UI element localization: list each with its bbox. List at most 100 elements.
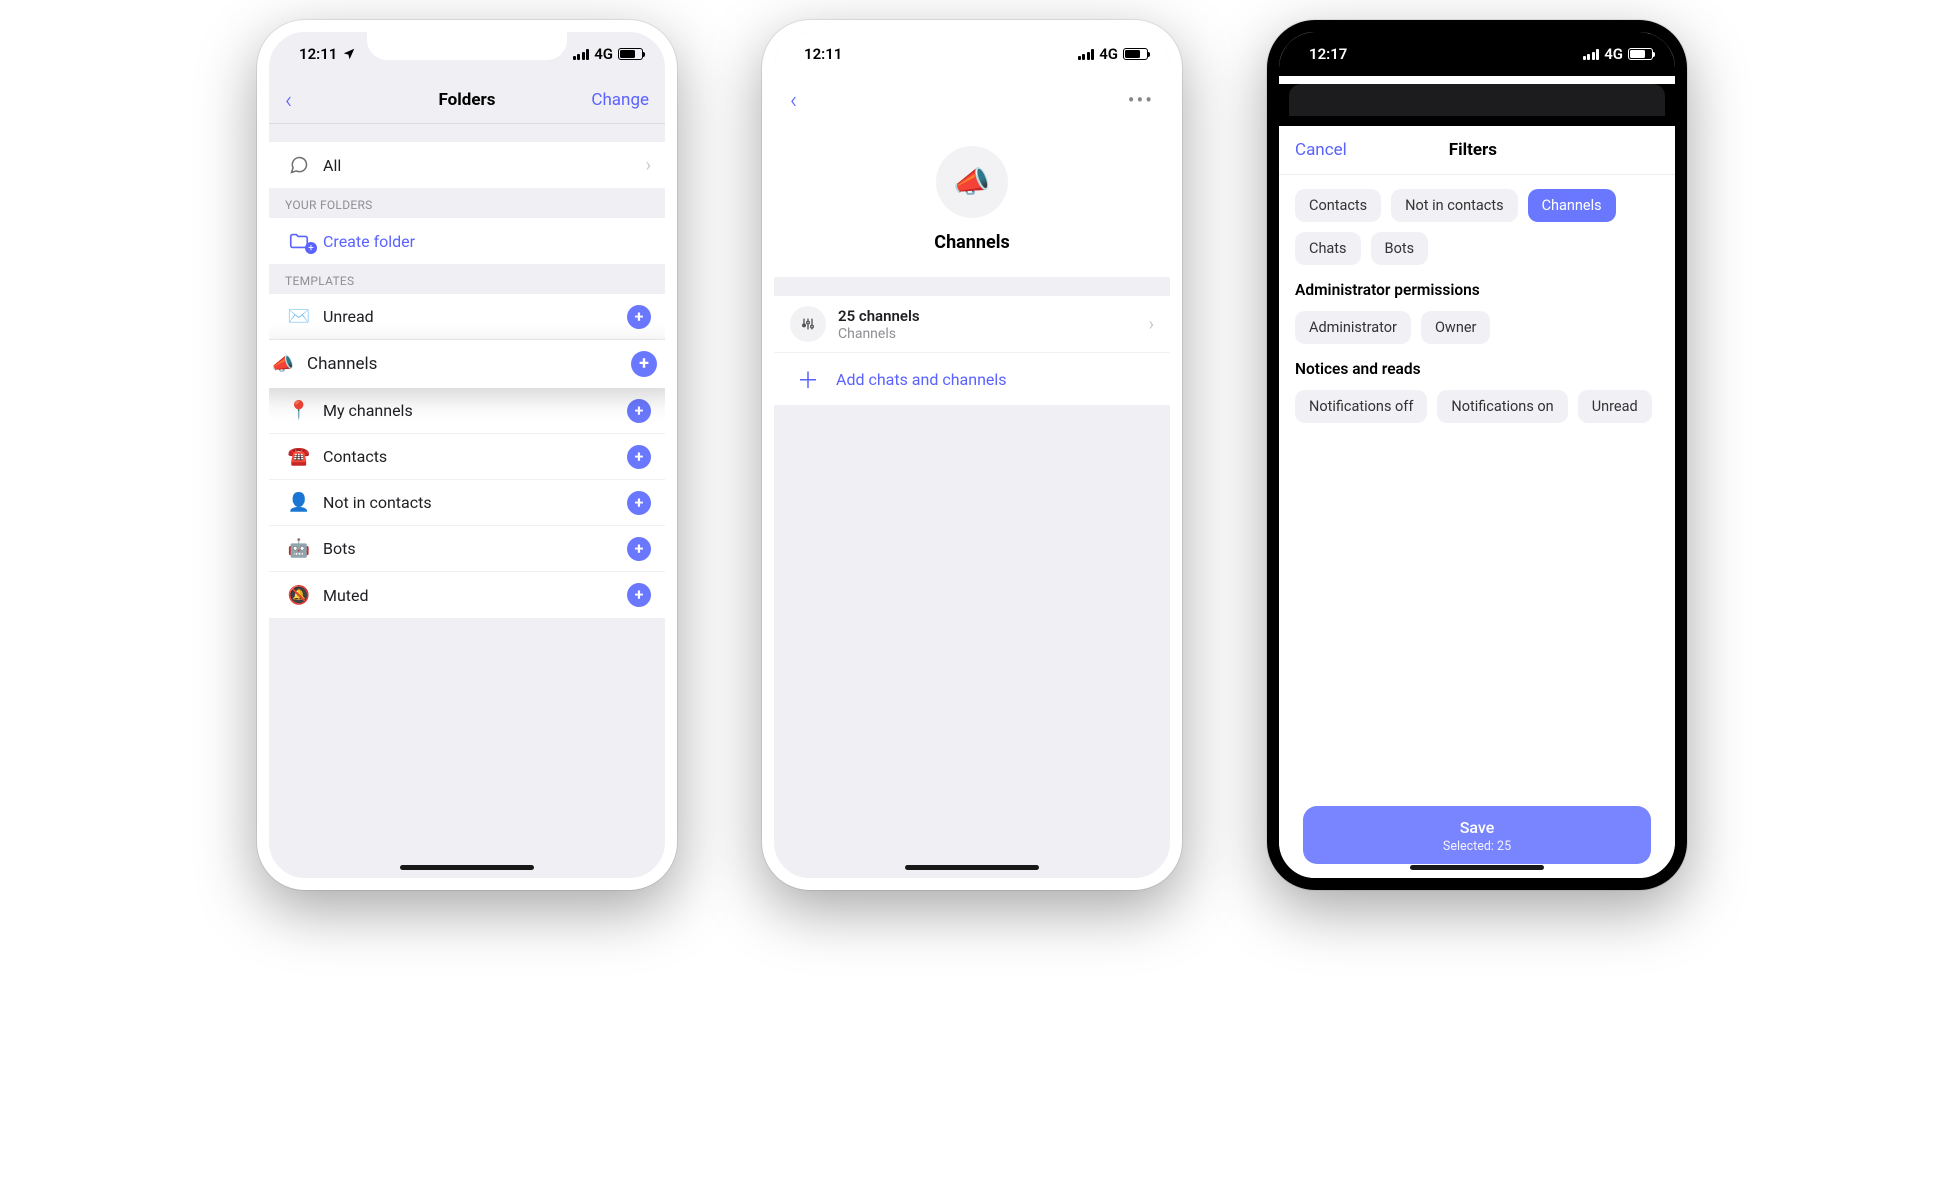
chevron-right-icon: › <box>1149 314 1154 335</box>
phone-folders: 12:11 4G ‹ Folders Change All › YOUR FOL… <box>257 20 677 890</box>
template-icon: 👤 <box>283 492 315 513</box>
sheet-backdrop <box>1279 84 1675 126</box>
add-button[interactable]: + <box>627 537 651 561</box>
admin-filter-chips: Administrator Owner <box>1295 311 1659 344</box>
status-time: 12:11 <box>299 45 337 63</box>
filter-chip[interactable]: Unread <box>1578 390 1652 423</box>
create-folder-label: Create folder <box>323 232 651 251</box>
filter-chip[interactable]: Contacts <box>1295 189 1381 222</box>
add-button[interactable]: + <box>627 399 651 423</box>
network-label: 4G <box>594 45 613 63</box>
template-icon: 🤖 <box>283 538 315 559</box>
channel-count-row[interactable]: 25 channels Channels › <box>774 296 1170 353</box>
page-title: Folders <box>376 90 558 110</box>
device-notch <box>1377 30 1577 60</box>
sliders-icon <box>790 306 826 342</box>
template-label: Bots <box>323 539 627 558</box>
signal-icon <box>1583 49 1600 60</box>
signal-icon <box>1078 49 1095 60</box>
filter-chip[interactable]: Channels <box>1528 189 1616 222</box>
templates-list: ✉️Unread+📣Channels+📍My channels+☎️Contac… <box>269 294 665 618</box>
templates-header: TEMPLATES <box>269 264 665 294</box>
filter-chip[interactable]: Administrator <box>1295 311 1411 344</box>
filter-chip[interactable]: Notifications on <box>1437 390 1567 423</box>
template-label: Channels <box>307 354 631 374</box>
filter-chip[interactable]: Bots <box>1371 232 1429 265</box>
sheet-title: Filters <box>1449 140 1497 160</box>
device-notch <box>367 30 567 60</box>
template-row[interactable]: 👤 Not in contacts+ <box>269 480 665 526</box>
add-button[interactable]: + <box>631 351 657 377</box>
chevron-right-icon: › <box>646 155 651 176</box>
template-icon: 📍 <box>283 400 315 421</box>
template-row[interactable]: ✉️Unread+ <box>269 294 665 340</box>
back-button[interactable]: ‹ <box>285 86 292 114</box>
folder-title: Channels <box>774 232 1170 253</box>
signal-icon <box>573 49 590 60</box>
network-label: 4G <box>1099 45 1118 63</box>
folder-hero: 📣 Channels <box>774 124 1170 278</box>
battery-icon <box>1123 48 1148 60</box>
folder-list: All › YOUR FOLDERS + Create folder TEMPL… <box>269 124 665 618</box>
notices-section-title: Notices and reads <box>1295 360 1659 378</box>
save-label: Save <box>1303 818 1651 837</box>
filter-chip[interactable]: Notifications off <box>1295 390 1427 423</box>
battery-icon <box>618 48 643 60</box>
filter-chip[interactable]: Not in contacts <box>1391 189 1517 222</box>
phone-channels: 12:11 4G ‹ ••• 📣 Channels 25 channels <box>762 20 1182 890</box>
template-label: Contacts <box>323 447 627 466</box>
add-chats-row[interactable]: ＋ Add chats and channels <box>774 353 1170 405</box>
save-button[interactable]: Save Selected: 25 <box>1303 806 1651 864</box>
sheet-header: Cancel Filters <box>1279 126 1675 175</box>
home-indicator <box>905 865 1039 870</box>
nav-header: ‹ Folders Change <box>269 76 665 124</box>
template-row-elevated: 📣 Channels+ <box>257 340 677 388</box>
phone-filters: 12:17 4G Cancel Filters Contacts Not in c… <box>1267 20 1687 890</box>
cancel-button[interactable]: Cancel <box>1295 140 1347 160</box>
save-subtitle: Selected: 25 <box>1303 839 1651 854</box>
template-icon: ☎️ <box>283 446 315 467</box>
admin-section-title: Administrator permissions <box>1295 281 1659 299</box>
add-button[interactable]: + <box>627 445 651 469</box>
type-filter-chips: Contacts Not in contacts Channels Chats Bots <box>1295 189 1659 265</box>
more-button[interactable]: ••• <box>1128 88 1154 112</box>
all-row[interactable]: All › <box>269 142 665 188</box>
filter-sheet: Cancel Filters Contacts Not in contacts Ch… <box>1279 126 1675 886</box>
change-button[interactable]: Change <box>591 90 649 110</box>
template-icon: 🔕 <box>283 585 315 606</box>
count-title: 25 channels <box>838 307 1149 325</box>
filter-chip[interactable]: Owner <box>1421 311 1490 344</box>
battery-icon <box>1628 48 1653 60</box>
chat-bubble-icon <box>283 155 315 175</box>
filter-chip[interactable]: Chats <box>1295 232 1361 265</box>
add-button[interactable]: + <box>627 583 651 607</box>
home-indicator <box>1410 865 1544 870</box>
template-label: Unread <box>323 307 627 326</box>
megaphone-icon: 📣 <box>936 146 1008 218</box>
device-notch <box>872 30 1072 60</box>
folder-plus-icon: + <box>283 230 315 252</box>
plus-icon: ＋ <box>790 363 826 395</box>
template-label: Muted <box>323 586 627 605</box>
template-label: My channels <box>323 401 627 420</box>
create-folder-row[interactable]: + Create folder <box>269 218 665 264</box>
nav-header: ‹ ••• <box>774 76 1170 124</box>
template-icon: 📣 <box>267 354 299 375</box>
status-time: 12:11 <box>804 45 842 63</box>
your-folders-header: YOUR FOLDERS <box>269 188 665 218</box>
template-label: Not in contacts <box>323 493 627 512</box>
count-subtitle: Channels <box>838 326 1149 342</box>
template-row[interactable]: 🔕 Muted+ <box>269 572 665 618</box>
template-row[interactable]: 📣 Channels+ <box>257 340 677 388</box>
network-label: 4G <box>1604 45 1623 63</box>
template-row[interactable]: 🤖 Bots+ <box>269 526 665 572</box>
location-icon <box>342 47 356 61</box>
back-button[interactable]: ‹ <box>790 86 797 114</box>
status-time: 12:17 <box>1309 45 1347 63</box>
template-row[interactable]: ☎️ Contacts+ <box>269 434 665 480</box>
notices-filter-chips: Notifications off Notifications on Unread <box>1295 390 1659 423</box>
add-button[interactable]: + <box>627 305 651 329</box>
template-row[interactable]: 📍 My channels+ <box>269 388 665 434</box>
add-button[interactable]: + <box>627 491 651 515</box>
add-chats-label: Add chats and channels <box>836 370 1007 389</box>
